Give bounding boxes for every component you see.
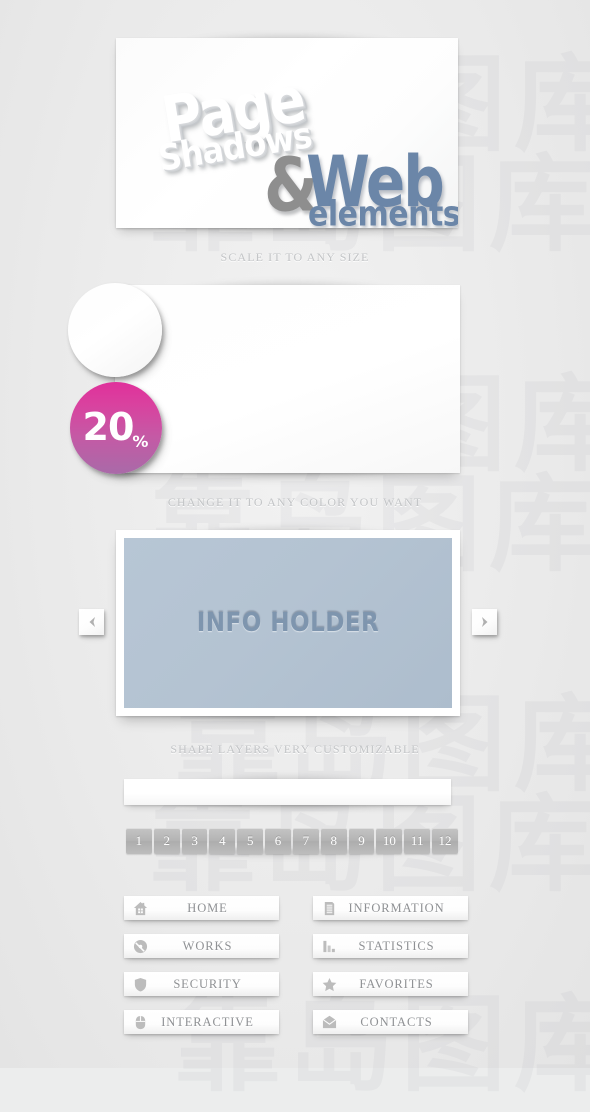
page-button-6[interactable]: 6 — [265, 828, 291, 854]
menu-button-label: SECURITY — [173, 976, 242, 991]
caption-color: CHANGE IT TO ANY COLOR YOU WANT — [167, 495, 423, 509]
pagination: 1 2 3 4 5 6 7 8 9 10 11 12 — [126, 828, 458, 854]
hero-banner: Page Shadows & Web elements — [116, 33, 458, 234]
discount-circle-badge[interactable]: 20% — [70, 382, 162, 474]
menu-button-label: INFORMATION — [348, 900, 445, 915]
menu-button-label: WORKS — [182, 938, 233, 953]
discount-value-wrap: 20% — [70, 405, 162, 452]
discount-value: 20 — [82, 405, 135, 450]
page-button-7[interactable]: 7 — [292, 828, 319, 854]
page-button-3[interactable]: 3 — [181, 828, 208, 854]
slim-bar-sheet — [124, 779, 451, 805]
page-button-5[interactable]: 5 — [237, 828, 264, 854]
menu-button-contacts[interactable]: CONTACTS — [313, 1010, 468, 1034]
menu-button-works[interactable]: WORKS — [124, 934, 279, 958]
slim-bar — [124, 774, 451, 811]
white-panel — [115, 280, 460, 479]
page-button-11[interactable]: 11 — [404, 828, 431, 854]
menu-button-label: INTERACTIVE — [161, 1014, 254, 1029]
info-holder-sheet: INFO HOLDER — [116, 530, 460, 716]
menu-button-label: FAVORITES — [359, 976, 434, 991]
menu-button-interactive[interactable]: INTERACTIVE — [124, 1010, 279, 1034]
page-button-1[interactable]: 1 — [126, 828, 152, 854]
menu-button-favorites[interactable]: FAVORITES — [313, 972, 468, 996]
info-holder-label: INFO HOLDER — [196, 608, 380, 638]
chevron-right-icon — [480, 616, 490, 628]
menu-button-label: STATISTICS — [358, 938, 435, 953]
white-panel-sheet — [115, 285, 460, 473]
house-icon — [128, 896, 152, 920]
star-icon — [317, 972, 341, 996]
document-icon — [317, 896, 341, 920]
menu-button-statistics[interactable]: STATISTICS — [313, 934, 468, 958]
mouse-icon — [128, 1010, 152, 1034]
page-button-9[interactable]: 9 — [348, 828, 375, 854]
menu-button-home[interactable]: HOME — [124, 896, 279, 920]
page-button-12[interactable]: 12 — [432, 828, 458, 854]
envelope-icon — [317, 1010, 341, 1034]
discount-unit: % — [132, 432, 149, 452]
info-holder-inner: INFO HOLDER — [124, 538, 452, 708]
caption-scale: SCALE IT TO ANY SIZE — [220, 250, 370, 264]
disc-icon — [128, 934, 152, 958]
info-holder-card: INFO HOLDER — [116, 525, 460, 722]
hero-sheet: Page Shadows & Web elements — [116, 38, 458, 228]
menu-button-information[interactable]: INFORMATION — [313, 896, 468, 920]
page-button-4[interactable]: 4 — [209, 828, 236, 854]
menu-button-security[interactable]: SECURITY — [124, 972, 279, 996]
hero-title-elements: elements — [308, 194, 458, 228]
chevron-left-icon — [87, 616, 97, 628]
page-button-8[interactable]: 8 — [320, 828, 347, 854]
menu-button-grid: HOME INFORMATION WORKS STATISTICS SECURITY FA… — [124, 896, 468, 1034]
carousel-next-button[interactable] — [472, 609, 497, 635]
white-circle-badge — [68, 283, 162, 377]
page-button-2[interactable]: 2 — [153, 828, 180, 854]
menu-button-label: HOME — [187, 900, 228, 915]
page-button-10[interactable]: 10 — [376, 828, 403, 854]
menu-button-label: CONTACTS — [360, 1014, 433, 1029]
shield-icon — [128, 972, 152, 996]
caption-shape-layers: SHAPE LAYERS VERY CUSTOMIZABLE — [170, 742, 420, 756]
bar-chart-icon — [317, 934, 341, 958]
carousel-prev-button[interactable] — [79, 609, 104, 635]
